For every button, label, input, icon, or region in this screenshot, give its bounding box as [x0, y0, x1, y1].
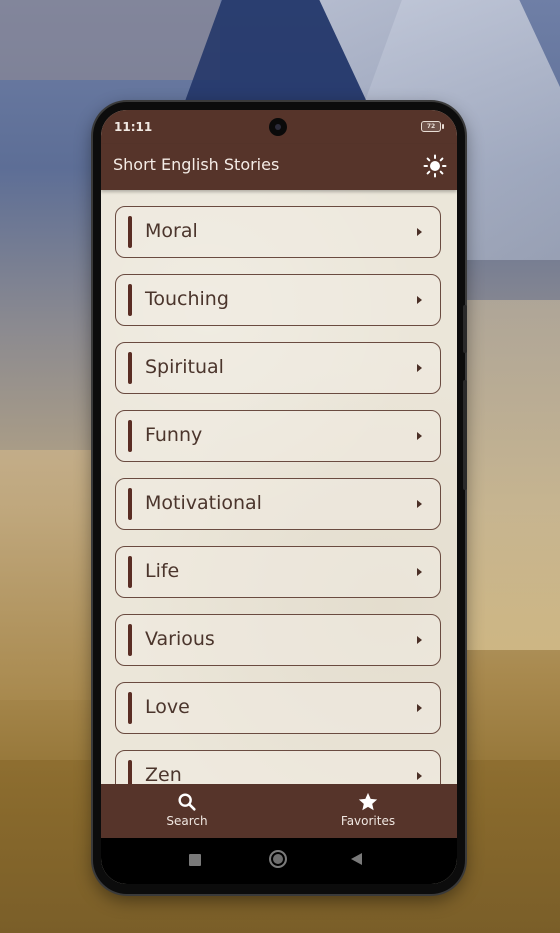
category-label: Funny — [145, 424, 203, 446]
recents-button[interactable] — [189, 854, 201, 866]
category-label: Touching — [145, 288, 229, 310]
accent-bar — [128, 624, 132, 656]
app-bar: Short English Stories — [101, 144, 457, 190]
sun-icon — [423, 154, 447, 178]
category-item-spiritual[interactable]: Spiritual — [115, 342, 441, 394]
chevron-right-icon — [417, 568, 422, 576]
nav-favorites-button[interactable]: Favorites — [308, 784, 428, 838]
category-item-touching[interactable]: Touching — [115, 274, 441, 326]
category-list-container[interactable]: Moral Touching Spiritual Funny Motivatio — [101, 190, 457, 784]
phone-screen: 11:11 72 Short English Stories Moral Tou… — [101, 110, 457, 884]
accent-bar — [128, 352, 132, 384]
battery-icon: 72 — [421, 121, 444, 132]
accent-bar — [128, 692, 132, 724]
category-item-various[interactable]: Various — [115, 614, 441, 666]
chevron-right-icon — [417, 704, 422, 712]
category-item-motivational[interactable]: Motivational — [115, 478, 441, 530]
chevron-right-icon — [417, 228, 422, 236]
star-icon — [358, 792, 378, 811]
category-item-life[interactable]: Life — [115, 546, 441, 598]
category-list: Moral Touching Spiritual Funny Motivatio — [115, 206, 441, 784]
category-item-love[interactable]: Love — [115, 682, 441, 734]
app-title: Short English Stories — [113, 155, 280, 174]
front-camera — [269, 118, 287, 136]
status-time: 11:11 — [114, 120, 153, 134]
nav-search-button[interactable]: Search — [127, 784, 247, 838]
theme-toggle-button[interactable] — [423, 154, 447, 178]
chevron-right-icon — [417, 772, 422, 780]
category-label: Zen — [145, 764, 182, 784]
chevron-right-icon — [417, 296, 422, 304]
chevron-right-icon — [417, 500, 422, 508]
chevron-right-icon — [417, 364, 422, 372]
category-label: Moral — [145, 220, 198, 242]
accent-bar — [128, 488, 132, 520]
chevron-right-icon — [417, 636, 422, 644]
power-button — [463, 380, 467, 490]
bottom-navigation: Search Favorites — [101, 784, 457, 838]
category-label: Motivational — [145, 492, 262, 514]
category-item-moral[interactable]: Moral — [115, 206, 441, 258]
accent-bar — [128, 760, 132, 784]
back-button[interactable] — [351, 853, 362, 865]
category-label: Various — [145, 628, 215, 650]
status-bar: 11:11 72 — [101, 110, 457, 144]
volume-button — [463, 305, 467, 353]
search-icon — [178, 793, 196, 811]
category-label: Life — [145, 560, 180, 582]
category-item-zen[interactable]: Zen — [115, 750, 441, 784]
chevron-right-icon — [417, 432, 422, 440]
accent-bar — [128, 284, 132, 316]
background-image-part — [460, 300, 560, 650]
nav-search-label: Search — [166, 814, 208, 828]
accent-bar — [128, 556, 132, 588]
category-item-funny[interactable]: Funny — [115, 410, 441, 462]
accent-bar — [128, 420, 132, 452]
accent-bar — [128, 216, 132, 248]
home-button[interactable] — [269, 850, 287, 868]
category-label: Love — [145, 696, 190, 718]
system-navigation-bar — [101, 838, 457, 884]
background-image-part — [0, 0, 220, 80]
category-label: Spiritual — [145, 356, 224, 378]
nav-favorites-label: Favorites — [340, 814, 396, 828]
